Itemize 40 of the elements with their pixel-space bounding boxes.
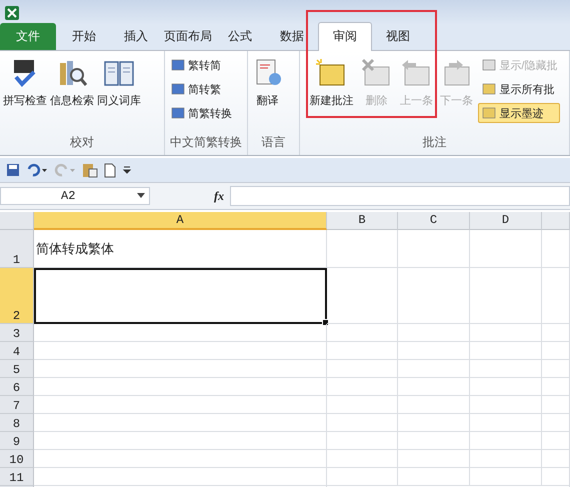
ribbon-tab[interactable]: 公式 bbox=[214, 28, 266, 50]
ribbon-button[interactable]: 繁转简 bbox=[167, 55, 236, 75]
row-header[interactable]: 1 bbox=[0, 230, 34, 268]
ribbon-tab[interactable]: 插入 bbox=[110, 28, 162, 50]
ribbon-tab[interactable]: 开始 bbox=[58, 28, 110, 50]
name-box[interactable]: A2 bbox=[0, 187, 150, 205]
group-label: 语言 bbox=[260, 134, 287, 151]
ribbon-button[interactable]: 拼写检查 bbox=[2, 55, 48, 110]
table-cell: 简体转成繁体 bbox=[34, 230, 327, 268]
ribbon-button[interactable]: 显示所有批 bbox=[478, 79, 560, 99]
row-header[interactable]: 2 bbox=[0, 268, 34, 324]
ribbon-tab[interactable]: 页面布局 bbox=[162, 28, 214, 50]
row-header[interactable]: 4 bbox=[0, 342, 34, 360]
ribbon-tab[interactable]: 视图 bbox=[372, 28, 424, 50]
insert-function-button[interactable]: fx bbox=[214, 188, 224, 204]
row-header[interactable]: 7 bbox=[0, 396, 34, 414]
ribbon-tab[interactable]: 审阅 bbox=[318, 22, 372, 51]
ribbon-tab[interactable]: 数据 bbox=[266, 28, 318, 50]
ribbon-button[interactable]: 信息检索 bbox=[49, 55, 95, 110]
row-header[interactable]: 10 bbox=[0, 450, 34, 468]
row-header[interactable]: 9 bbox=[0, 432, 34, 450]
row-header[interactable]: 5 bbox=[0, 360, 34, 378]
ribbon-button[interactable]: 同义词库 bbox=[96, 55, 142, 110]
column-header[interactable]: C bbox=[398, 212, 470, 230]
column-header[interactable]: B bbox=[327, 212, 398, 230]
row-header[interactable]: 11 bbox=[0, 468, 34, 486]
column-header[interactable]: A bbox=[34, 212, 327, 230]
row-header[interactable]: 3 bbox=[0, 324, 34, 342]
group-label: 中文简繁转换 bbox=[168, 134, 243, 151]
row-header[interactable]: 8 bbox=[0, 414, 34, 432]
row-header[interactable]: 6 bbox=[0, 378, 34, 396]
group-label: 校对 bbox=[69, 134, 96, 151]
ribbon-button[interactable]: 新建批注 bbox=[308, 55, 354, 110]
group-label: 批注 bbox=[422, 134, 448, 151]
ribbon-button[interactable]: 翻译 bbox=[250, 55, 286, 110]
ribbon-button[interactable]: 显示墨迹 bbox=[478, 103, 560, 123]
column-header[interactable]: D bbox=[470, 212, 542, 230]
ribbon-button[interactable]: 简转繁 bbox=[167, 79, 236, 99]
ribbon-button[interactable]: 简繁转换 bbox=[167, 103, 236, 123]
ribbon-tab[interactable]: 文件 bbox=[0, 23, 56, 50]
